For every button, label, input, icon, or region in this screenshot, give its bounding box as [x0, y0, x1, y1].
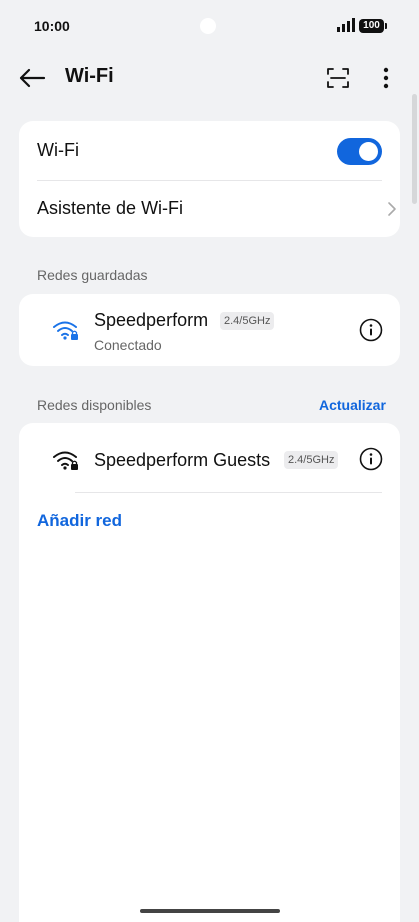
available-networks-header: Redes disponibles: [37, 397, 152, 413]
qr-scan-button[interactable]: [322, 62, 354, 94]
wifi-assistant-row[interactable]: Asistente de Wi-Fi: [19, 181, 400, 237]
more-vert-icon: [383, 67, 389, 89]
back-button[interactable]: [16, 62, 48, 94]
info-icon[interactable]: [359, 447, 383, 471]
band-badge: 2.4/5GHz: [220, 312, 275, 330]
wifi-toggle[interactable]: [337, 138, 382, 165]
wifi-locked-icon: [53, 451, 78, 470]
wifi-label: Wi-Fi: [37, 140, 79, 160]
more-options-button[interactable]: [372, 62, 400, 94]
toggle-knob: [359, 142, 378, 161]
wifi-connected-locked-icon: [53, 321, 78, 340]
qr-scan-icon: [327, 68, 349, 88]
divider: [75, 492, 382, 493]
chevron-right-icon: [388, 202, 396, 216]
back-arrow-icon: [19, 68, 46, 88]
page-title: Wi-Fi: [65, 65, 114, 87]
add-network-button[interactable]: Añadir red: [37, 511, 122, 531]
available-network-row[interactable]: Speedperform Guests 2.4/5GHz: [19, 423, 400, 493]
wifi-assistant-label: Asistente de Wi-Fi: [37, 198, 184, 218]
saved-network-row[interactable]: Speedperform 2.4/5GHz Conectado: [19, 294, 400, 366]
band-badge: 2.4/5GHz: [284, 451, 339, 469]
refresh-button[interactable]: Actualizar: [319, 397, 386, 413]
info-icon[interactable]: [359, 318, 383, 342]
wifi-toggle-row[interactable]: Wi-Fi: [19, 121, 400, 181]
home-indicator[interactable]: [140, 909, 280, 913]
wifi-settings-card: Wi-Fi Asistente de Wi-Fi: [19, 121, 400, 237]
available-networks-card: Speedperform Guests 2.4/5GHz Añadir red: [19, 423, 400, 922]
status-bar: 10:00 100: [0, 0, 419, 52]
network-status: Conectado: [94, 337, 162, 353]
scrollbar[interactable]: [412, 94, 417, 204]
saved-networks-header: Redes guardadas: [37, 267, 148, 283]
network-name: Speedperform: [94, 310, 209, 330]
battery-icon: 100: [359, 19, 387, 33]
app-bar: Wi-Fi: [0, 52, 419, 104]
saved-networks-card: Speedperform 2.4/5GHz Conectado: [19, 294, 400, 366]
signal-icon: [337, 18, 355, 32]
front-camera: [200, 18, 216, 34]
status-time: 10:00: [34, 18, 70, 34]
network-name: Speedperform Guests: [94, 450, 271, 470]
